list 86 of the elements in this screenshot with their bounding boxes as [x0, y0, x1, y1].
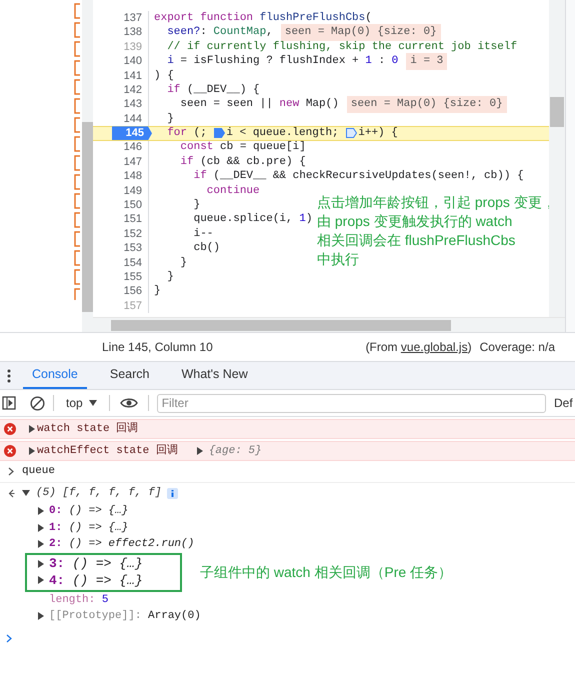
- code-line: }: [192, 198, 200, 213]
- line-number[interactable]: 145: [112, 126, 152, 140]
- breakpoint-marker-icon[interactable]: [214, 128, 226, 138]
- source-label: (From vue.global.js): [366, 339, 472, 356]
- property-entry[interactable]: [[Prototype]]: Array(0): [49, 608, 201, 624]
- coverage-label: Coverage: n/a: [480, 339, 555, 356]
- line-number[interactable]: 138: [124, 24, 142, 41]
- message-text: watchEffect state 回调: [37, 443, 178, 459]
- tab[interactable]: Console: [23, 362, 87, 389]
- line-number[interactable]: 142: [124, 82, 142, 98]
- line-number[interactable]: 151: [124, 211, 142, 228]
- line-number[interactable]: 144: [124, 110, 142, 128]
- filter-field[interactable]: Filter: [156, 394, 546, 412]
- line-number[interactable]: 152: [124, 226, 142, 242]
- message-text: watch state 回调: [37, 421, 138, 437]
- scrollbar-thumb[interactable]: [550, 97, 564, 127]
- code-line: for (; i < queue.length; i++) {: [166, 126, 398, 141]
- property-entry[interactable]: 3: () => {…}: [49, 554, 143, 574]
- error-icon: [4, 445, 16, 457]
- expand-arrow-icon[interactable]: [28, 425, 36, 433]
- line-number[interactable]: 154: [124, 254, 142, 272]
- prompt-chevron-icon[interactable]: [6, 634, 12, 643]
- property-entry[interactable]: 1: () => {…}: [49, 520, 128, 536]
- line-number[interactable]: 147: [124, 154, 142, 170]
- line-number[interactable]: 148: [124, 168, 142, 185]
- expand-arrow-icon[interactable]: [22, 489, 30, 497]
- code-line: i--: [192, 226, 214, 242]
- array-summary[interactable]: (5) [f, f, f, f, f]: [36, 484, 162, 502]
- property-entry[interactable]: 4: () => {…}: [49, 570, 143, 590]
- code-line: export function flushPreFlushCbs(: [154, 10, 372, 26]
- code-line: queue.splice(i, 1): [192, 212, 312, 228]
- code-line: }: [179, 256, 188, 271]
- line-number[interactable]: 153: [124, 240, 142, 257]
- error-icon: [4, 423, 16, 435]
- expand-arrow-icon[interactable]: [28, 447, 36, 455]
- scrollbar-thumb[interactable]: [111, 320, 451, 330]
- tab[interactable]: Search: [100, 362, 158, 389]
- property-entry[interactable]: length: 5: [49, 592, 108, 608]
- levels-dropdown[interactable]: Def: [554, 394, 573, 412]
- code-line: if (__DEV__ && checkRecursiveUpdates(seen!, cb)) {: [192, 169, 524, 184]
- line-number[interactable]: 149: [124, 182, 142, 200]
- code-line: // if currently flushing, skip the current job itself: [166, 40, 518, 55]
- cursor-position: Line 145, Column 10: [102, 339, 213, 356]
- line-number[interactable]: 137: [124, 10, 142, 26]
- code-line: cb(): [192, 241, 220, 256]
- scrollbar-thumb[interactable]: [82, 122, 93, 312]
- code-line: seen?: CountMap,: [166, 25, 273, 40]
- line-number[interactable]: 141: [124, 68, 142, 84]
- line-number[interactable]: 150: [124, 197, 142, 214]
- code-line: }: [166, 112, 174, 127]
- input-chevron-icon: [8, 467, 14, 476]
- expand-arrow-icon[interactable]: [196, 447, 204, 455]
- line-number[interactable]: 155: [124, 268, 142, 286]
- property-entry[interactable]: 2: () => effect2.run(): [49, 536, 194, 552]
- code-line: continue: [206, 184, 260, 199]
- clear-console-icon[interactable]: [30, 396, 45, 410]
- annotation-text: 子组件中的 watch 相关回调（Pre 任务）: [200, 562, 452, 582]
- code-line: ) {: [154, 68, 174, 84]
- command-text: queue: [22, 464, 56, 480]
- eye-icon[interactable]: [120, 397, 138, 409]
- more-options-icon[interactable]: [7, 368, 11, 382]
- object-preview: {age: 5}: [208, 444, 262, 459]
- breakpoint-marker-icon[interactable]: [346, 128, 358, 138]
- expand-arrow-icon[interactable]: [37, 612, 45, 620]
- line-number[interactable]: 140: [124, 53, 142, 70]
- inline-value: seen = Map(0) {size: 0}: [346, 96, 507, 113]
- code-line: }: [154, 284, 161, 300]
- sidebar-toggle-icon[interactable]: [2, 396, 16, 410]
- source-link[interactable]: vue.global.js: [400, 340, 468, 354]
- line-number[interactable]: 143: [124, 96, 142, 113]
- code-line: }: [166, 270, 174, 285]
- code-line: const cb = queue[i]: [179, 140, 306, 156]
- code-line: if (__DEV__) {: [166, 82, 260, 98]
- inline-value: seen = Map(0) {size: 0}: [280, 24, 441, 41]
- property-entry[interactable]: 0: () => {…}: [49, 503, 128, 520]
- inline-value: i = 3: [406, 53, 448, 70]
- line-number[interactable]: 156: [124, 283, 142, 300]
- line-number[interactable]: 146: [124, 139, 142, 156]
- context-dropdown[interactable]: top: [62, 394, 101, 412]
- caret-icon: [88, 400, 97, 406]
- code-line: i = isFlushing ? flushIndex + 1 : 0: [166, 54, 398, 70]
- info-badge-icon[interactable]: [167, 488, 178, 498]
- result-arrow-icon: [8, 488, 16, 498]
- code-line: seen = seen || new Map(): [179, 97, 339, 112]
- code-line: if (cb && cb.pre) {: [179, 154, 306, 170]
- tab[interactable]: What's New: [172, 362, 257, 389]
